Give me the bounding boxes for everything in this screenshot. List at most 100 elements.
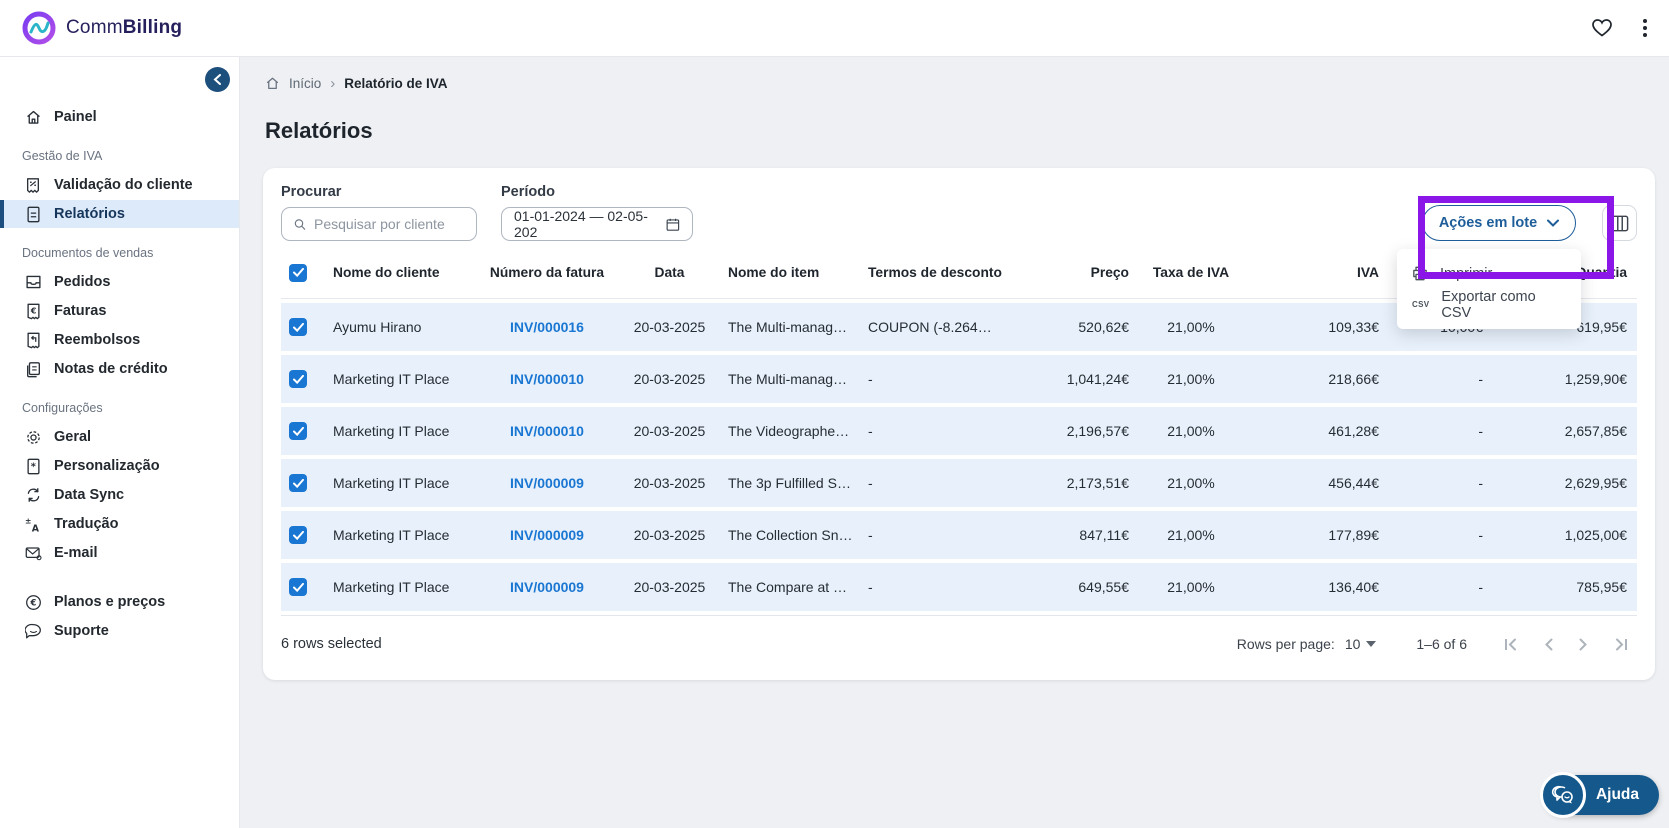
table-footer: 6 rows selected Rows per page: 10 1–6 of… [281, 615, 1637, 672]
row-checkbox[interactable] [289, 370, 307, 388]
cell-client: Marketing IT Place [327, 423, 477, 439]
cell-client: Marketing IT Place [327, 579, 477, 595]
help-label: Ajuda [1596, 786, 1639, 804]
table-row[interactable]: Marketing IT Place INV/000009 20-03-2025… [281, 459, 1637, 507]
chevron-left-icon [213, 74, 222, 85]
table-row[interactable]: Marketing IT Place INV/000010 20-03-2025… [281, 355, 1637, 403]
sidebar-item-label: Reembolsos [54, 332, 140, 348]
sidebar-item-personalizacao[interactable]: * Personalização [0, 452, 239, 480]
app-logo: CommBilling [22, 11, 182, 45]
sidebar-item-label: Validação do cliente [54, 177, 193, 193]
cell-vat: 218,66€ [1247, 371, 1385, 387]
cell-item: The Collection Sn… [722, 527, 862, 543]
table-row[interactable]: Marketing IT Place INV/000010 20-03-2025… [281, 407, 1637, 455]
sidebar-item-label: Geral [54, 429, 91, 445]
column-header-item[interactable]: Nome do item [722, 265, 862, 280]
sidebar-item-suporte[interactable]: Suporte [0, 617, 239, 645]
sidebar: Painel Gestão de IVA Validação do client… [0, 57, 240, 828]
sidebar-item-traducao[interactable]: ±A Tradução [0, 510, 239, 538]
column-header-terms[interactable]: Termos de desconto [862, 265, 1030, 280]
home-icon [24, 109, 42, 126]
row-checkbox[interactable] [289, 578, 307, 596]
sidebar-item-email[interactable]: E-mail [0, 539, 239, 567]
pagination-range: 1–6 of 6 [1416, 636, 1467, 652]
sidebar-item-pedidos[interactable]: Pedidos [0, 268, 239, 296]
cell-rate: 21,00% [1135, 319, 1247, 335]
sidebar-item-faturas[interactable]: € Faturas [0, 297, 239, 325]
cell-terms: COUPON (-8.264… [862, 319, 1030, 335]
sidebar-item-reembolsos[interactable]: Reembolsos [0, 326, 239, 354]
sidebar-section-title: Documentos de vendas [0, 246, 239, 260]
sidebar-collapse-button[interactable] [205, 67, 230, 92]
sidebar-item-planos-e-precos[interactable]: € Planos e preços [0, 588, 239, 616]
invoice-link[interactable]: INV/000009 [510, 579, 584, 595]
cell-terms: - [862, 371, 1030, 387]
cell-amount: 785,95€ [1525, 579, 1637, 595]
row-checkbox[interactable] [289, 422, 307, 440]
column-header-vat[interactable]: IVA [1247, 265, 1385, 280]
first-page-button[interactable] [1503, 638, 1518, 651]
sidebar-item-notas-de-credito[interactable]: Notas de crédito [0, 355, 239, 383]
sidebar-section-title: Gestão de IVA [0, 149, 239, 163]
column-header-rate[interactable]: Taxa de IVA [1135, 265, 1247, 280]
cell-rate: 21,00% [1135, 475, 1247, 491]
table-row[interactable]: Marketing IT Place INV/000009 20-03-2025… [281, 511, 1637, 559]
search-input[interactable] [314, 216, 464, 232]
favorites-button[interactable] [1591, 18, 1613, 38]
column-header-price[interactable]: Preço [1030, 265, 1135, 280]
filters-row: Procurar Período 01-01-2024 — 02-05-202 … [281, 184, 1637, 241]
cell-rate: 21,00% [1135, 423, 1247, 439]
refund-icon [24, 332, 42, 349]
invoice-link[interactable]: INV/000016 [510, 319, 584, 335]
prev-page-button[interactable] [1544, 638, 1553, 651]
breadcrumb: Início › Relatório de IVA [265, 75, 1669, 92]
batch-actions-button[interactable]: Ações em lote [1422, 205, 1576, 241]
credit-note-icon [24, 361, 42, 378]
cell-client: Marketing IT Place [327, 475, 477, 491]
next-page-button[interactable] [1579, 638, 1588, 651]
pagination-controls [1503, 638, 1629, 651]
sidebar-item-relatorios[interactable]: Relatórios [0, 200, 239, 228]
column-settings-button[interactable] [1602, 205, 1637, 241]
table-row[interactable]: Marketing IT Place INV/000009 20-03-2025… [281, 563, 1637, 611]
chevron-down-icon [1547, 219, 1559, 227]
mail-icon [24, 546, 42, 561]
invoice-link[interactable]: INV/000010 [510, 423, 584, 439]
invoice-link[interactable]: INV/000010 [510, 371, 584, 387]
sidebar-item-validacao-do-cliente[interactable]: Validação do cliente [0, 171, 239, 199]
invoice-link[interactable]: INV/000009 [510, 475, 584, 491]
csv-icon: CSV [1412, 300, 1429, 309]
printer-icon [1412, 266, 1428, 281]
sidebar-item-data-sync[interactable]: Data Sync [0, 481, 239, 509]
svg-text:€: € [29, 306, 36, 315]
last-page-button[interactable] [1614, 638, 1629, 651]
select-all-checkbox[interactable] [289, 264, 307, 282]
menu-item-imprimir[interactable]: Imprimir [1397, 258, 1581, 289]
menu-item-exportar-csv[interactable]: CSV Exportar como CSV [1397, 289, 1581, 320]
cell-date: 20-03-2025 [617, 475, 722, 491]
sidebar-item-painel[interactable]: Painel [0, 103, 239, 131]
cell-date: 20-03-2025 [617, 371, 722, 387]
breadcrumb-separator: › [330, 75, 335, 92]
cell-date: 20-03-2025 [617, 423, 722, 439]
help-button[interactable]: Ajuda [1544, 775, 1659, 815]
cell-amount: 2,657,85€ [1525, 423, 1637, 439]
svg-text:*: * [30, 461, 35, 472]
column-header-client[interactable]: Nome do cliente [327, 265, 477, 280]
row-checkbox[interactable] [289, 318, 307, 336]
sidebar-item-label: Planos e preços [54, 594, 165, 610]
sidebar-item-geral[interactable]: Geral [0, 423, 239, 451]
period-input[interactable]: 01-01-2024 — 02-05-202 [501, 207, 693, 241]
breadcrumb-home[interactable]: Início [289, 76, 321, 91]
rows-per-page-select[interactable]: 10 [1345, 636, 1377, 652]
menu-item-label: Exportar como CSV [1441, 289, 1566, 321]
row-checkbox[interactable] [289, 474, 307, 492]
column-header-date[interactable]: Data [617, 265, 722, 280]
chat-bubbles-icon [1540, 772, 1586, 818]
invoice-link[interactable]: INV/000009 [510, 527, 584, 543]
row-checkbox[interactable] [289, 526, 307, 544]
more-menu-button[interactable] [1643, 19, 1647, 37]
column-header-invoice[interactable]: Número da fatura [477, 265, 617, 280]
cell-vat: 177,89€ [1247, 527, 1385, 543]
translate-icon: ±A [24, 516, 42, 533]
